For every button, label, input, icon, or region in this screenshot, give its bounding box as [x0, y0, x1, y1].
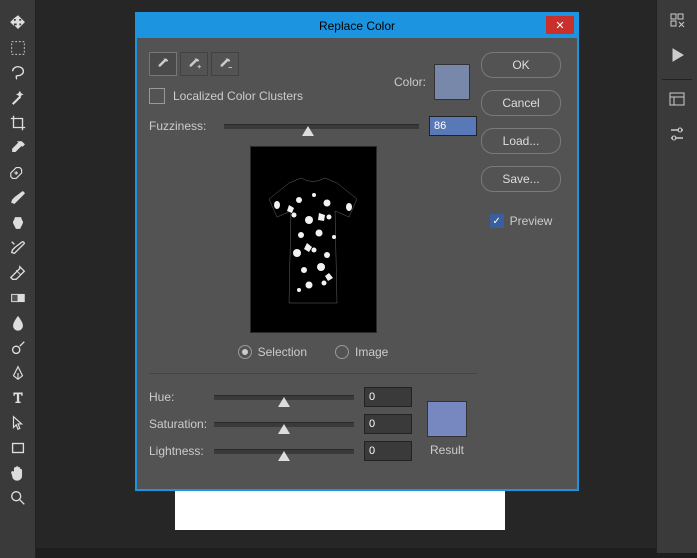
fuzziness-row: Fuzziness:	[149, 116, 477, 136]
result-label: Result	[430, 443, 464, 457]
settings-icon[interactable]	[662, 119, 692, 149]
fuzziness-label: Fuzziness:	[149, 119, 214, 133]
text-tool-icon[interactable]: T	[0, 385, 35, 410]
rectangle-tool-icon[interactable]	[0, 435, 35, 460]
fuzziness-input[interactable]	[429, 116, 477, 136]
image-radio[interactable]: Image	[335, 345, 388, 359]
color-section: Color:	[394, 64, 470, 100]
move-tool-icon[interactable]	[0, 10, 35, 35]
marquee-tool-icon[interactable]	[0, 35, 35, 60]
collapse-panel-icon[interactable]	[662, 5, 692, 35]
clone-tool-icon[interactable]	[0, 210, 35, 235]
history-brush-tool-icon[interactable]	[0, 235, 35, 260]
eyedropper-subtract-button[interactable]	[211, 52, 239, 76]
color-label: Color:	[394, 75, 426, 89]
fuzziness-slider[interactable]	[224, 124, 419, 129]
pen-tool-icon[interactable]	[0, 360, 35, 385]
lightness-label: Lightness:	[149, 444, 214, 458]
selection-preview[interactable]	[250, 146, 377, 333]
hue-thumb[interactable]	[278, 397, 290, 407]
svg-text:T: T	[13, 390, 22, 406]
preview-container	[149, 146, 477, 333]
lightness-slider[interactable]	[214, 449, 354, 454]
lightness-input[interactable]	[364, 441, 412, 461]
dialog-title: Replace Color	[319, 19, 395, 33]
divider	[662, 79, 692, 80]
localized-label: Localized Color Clusters	[173, 89, 303, 103]
selection-radio-label: Selection	[258, 345, 307, 359]
magic-wand-tool-icon[interactable]	[0, 85, 35, 110]
saturation-row: Saturation:	[149, 415, 417, 433]
right-toolbar	[656, 0, 697, 553]
close-icon: ✕	[555, 19, 564, 32]
dialog-body: Color: Localized Color Clusters Fuzzines…	[137, 38, 577, 489]
fuzziness-thumb[interactable]	[302, 126, 314, 136]
saturation-thumb[interactable]	[278, 424, 290, 434]
localized-checkbox[interactable]	[149, 88, 165, 104]
preview-label: Preview	[510, 214, 553, 228]
eyedropper-add-button[interactable]	[180, 52, 208, 76]
hue-label: Hue:	[149, 390, 214, 404]
dialog-buttons: OK Cancel Load... Save... ✓ Preview	[477, 52, 565, 469]
image-radio-label: Image	[355, 345, 388, 359]
blur-tool-icon[interactable]	[0, 310, 35, 335]
zoom-tool-icon[interactable]	[0, 485, 35, 510]
eraser-tool-icon[interactable]	[0, 260, 35, 285]
crop-tool-icon[interactable]	[0, 110, 35, 135]
lightness-row: Lightness:	[149, 442, 417, 460]
view-mode-row: Selection Image	[149, 345, 477, 359]
save-button[interactable]: Save...	[481, 166, 561, 192]
hand-tool-icon[interactable]	[0, 460, 35, 485]
eyedropper-tool-icon[interactable]	[0, 135, 35, 160]
preview-checkbox[interactable]: ✓	[490, 214, 504, 228]
gradient-tool-icon[interactable]	[0, 285, 35, 310]
dialog-left-section: Color: Localized Color Clusters Fuzzines…	[149, 52, 477, 469]
left-toolbar: T	[0, 0, 36, 558]
radio-icon	[238, 345, 252, 359]
path-select-tool-icon[interactable]	[0, 410, 35, 435]
hue-row: Hue:	[149, 388, 417, 406]
healing-tool-icon[interactable]	[0, 160, 35, 185]
result-color-swatch[interactable]	[427, 401, 467, 437]
brush-tool-icon[interactable]	[0, 185, 35, 210]
hue-input[interactable]	[364, 387, 412, 407]
replace-color-dialog: Replace Color ✕ Color: Localized Color C…	[135, 12, 579, 491]
dialog-titlebar[interactable]: Replace Color ✕	[137, 14, 577, 38]
radio-icon	[335, 345, 349, 359]
result-section: Result	[417, 388, 477, 469]
cancel-button[interactable]: Cancel	[481, 90, 561, 116]
load-button[interactable]: Load...	[481, 128, 561, 154]
selection-radio[interactable]: Selection	[238, 345, 307, 359]
saturation-slider[interactable]	[214, 422, 354, 427]
lasso-tool-icon[interactable]	[0, 60, 35, 85]
hue-slider[interactable]	[214, 395, 354, 400]
dodge-tool-icon[interactable]	[0, 335, 35, 360]
eyedropper-button[interactable]	[149, 52, 177, 76]
preview-checkbox-row: ✓ Preview	[490, 214, 553, 228]
close-button[interactable]: ✕	[546, 16, 574, 34]
saturation-input[interactable]	[364, 414, 412, 434]
selection-color-swatch[interactable]	[434, 64, 470, 100]
panel-icon[interactable]	[662, 84, 692, 114]
tshirt-mask-preview	[259, 175, 367, 315]
hsl-section: Hue: Saturation: Lightness:	[149, 373, 477, 469]
ok-button[interactable]: OK	[481, 52, 561, 78]
lightness-thumb[interactable]	[278, 451, 290, 461]
hsl-sliders: Hue: Saturation: Lightness:	[149, 388, 417, 469]
saturation-label: Saturation:	[149, 417, 214, 431]
play-icon[interactable]	[662, 40, 692, 70]
